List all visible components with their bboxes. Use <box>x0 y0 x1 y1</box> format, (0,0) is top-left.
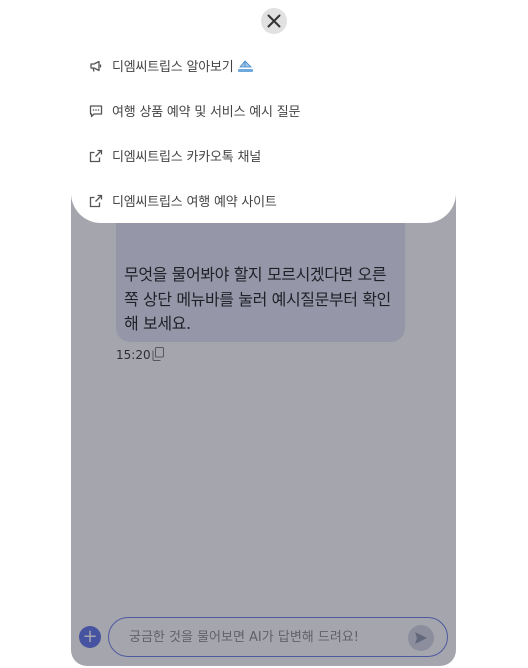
megaphone-icon <box>90 60 102 72</box>
menu-item-label: 디엠씨트립스 알아보기 <box>112 60 234 75</box>
external-link-icon <box>89 149 103 163</box>
external-link-icon <box>89 194 103 208</box>
menu-item-label: 디엠씨트립스 여행 예약 사이트 <box>112 195 277 210</box>
menu-item-label: 디엠씨트립스 카카오톡 채널 <box>112 150 261 165</box>
menu-item-booking-site[interactable]: 디엠씨트립스 여행 예약 사이트 <box>71 181 456 221</box>
close-icon <box>267 14 281 28</box>
menu-item-about[interactable]: 디엠씨트립스 알아보기 <box>71 46 456 86</box>
example-menu-sheet: 디엠씨트립스 알아보기 여행 상품 예약 및 서비스 예시 질문 디엠씨트립스 … <box>71 0 456 223</box>
menu-item-label: 여행 상품 예약 및 서비스 예시 질문 <box>112 105 301 120</box>
chat-bubble-icon <box>89 105 103 118</box>
menu-item-example-questions[interactable]: 여행 상품 예약 및 서비스 예시 질문 <box>71 91 456 131</box>
close-button[interactable] <box>261 8 287 34</box>
menu-item-kakao-channel[interactable]: 디엠씨트립스 카카오톡 채널 <box>71 136 456 176</box>
airplane-icon <box>237 60 253 77</box>
